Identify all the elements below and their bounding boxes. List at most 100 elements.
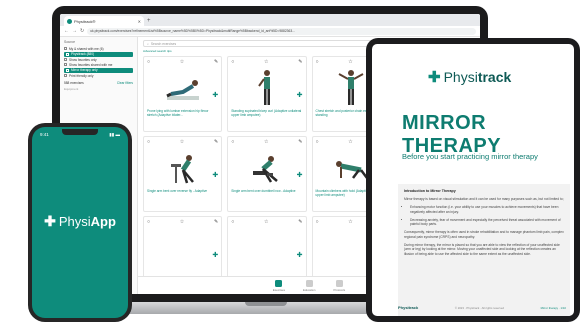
select-circle-icon[interactable]: ○	[316, 219, 319, 225]
physiapp-logo: ✚ PhysiApp	[32, 213, 128, 230]
sidebar-section-label: Equipment	[64, 87, 79, 91]
edit-icon[interactable]: ✎	[214, 219, 218, 225]
checkbox-icon[interactable]	[66, 68, 69, 72]
sidebar-item-label: Show favorites only	[69, 57, 97, 62]
add-exercise-icon[interactable]: ✚	[212, 251, 218, 259]
favorite-star-icon[interactable]: ☆	[348, 219, 352, 225]
card-actions: ○ ☆ ✎	[228, 217, 305, 227]
laptop-notch	[245, 302, 287, 306]
card-actions: ○ ☆ ✎	[144, 217, 221, 227]
body-paragraph: During mirror therapy, the mirror is pla…	[404, 243, 560, 256]
sidebar-filter-item[interactable]: Physitrack (880)	[64, 51, 133, 57]
sidebar-item-label: Physitrack (880)	[71, 52, 95, 56]
edit-icon[interactable]: ✎	[298, 59, 302, 65]
search-icon: ⌕	[147, 41, 149, 46]
exercise-illustration	[228, 67, 305, 109]
exercise-count: 588 exercises	[64, 81, 84, 85]
sidebar-filter-item[interactable]: Mirror therapy only	[64, 67, 133, 73]
tablet-device: ✚ Physitrack MIRROR THERAPY Before you s…	[366, 38, 580, 322]
select-circle-icon[interactable]: ○	[147, 219, 150, 225]
bottom-nav-item[interactable]: Exercises	[272, 279, 285, 292]
favorite-star-icon[interactable]: ☆	[264, 59, 268, 65]
edit-icon[interactable]: ✎	[214, 59, 218, 65]
exercise-illustration	[228, 147, 305, 189]
clear-filters-link[interactable]: Clear filters	[117, 81, 133, 85]
favorite-star-icon[interactable]: ☆	[180, 219, 184, 225]
checkbox-icon[interactable]	[64, 63, 67, 66]
address-bar[interactable]: uk.physitrack.com/exercises?refinementLi…	[87, 27, 476, 35]
favorite-star-icon[interactable]: ☆	[264, 219, 268, 225]
exercise-card[interactable]: ○ ☆ ✎ Prone lying with lumbar extension hip…	[143, 56, 223, 132]
document-subtitle: Before you start practicing mirror thera…	[402, 152, 538, 161]
phone-screen: 9:41 ▮▮ ▬ ✚ PhysiApp	[32, 127, 128, 318]
add-exercise-icon[interactable]: ✚	[212, 91, 218, 99]
select-circle-icon[interactable]: ○	[316, 59, 319, 65]
bottom-nav-item[interactable]: Education	[303, 279, 315, 292]
select-circle-icon[interactable]: ○	[147, 59, 150, 65]
nav-icon	[305, 279, 313, 287]
exercise-title[interactable]: Prone lying with lumbar extension hip fl…	[144, 109, 221, 117]
exercise-title[interactable]: Standing supinated bicep curl (Adaptive …	[228, 109, 305, 117]
close-icon[interactable]: ✕	[138, 19, 141, 24]
sidebar-item-label: Mirror therapy only	[71, 68, 98, 72]
new-tab-icon[interactable]: +	[147, 16, 151, 26]
document-body: Introduction to Mirror Therapy Mirror th…	[398, 184, 570, 316]
select-circle-icon[interactable]: ○	[147, 139, 150, 145]
sidebar-filter-item[interactable]: My & shared with me (6)	[64, 46, 133, 51]
nav-icon	[335, 279, 343, 287]
select-circle-icon[interactable]: ○	[231, 59, 234, 65]
body-heading: Introduction to Mirror Therapy	[404, 189, 456, 193]
browser-tab[interactable]: Physitrack® ✕	[64, 16, 144, 26]
edit-icon[interactable]: ✎	[214, 139, 218, 145]
body-bullet: Enhancing motor function (i.e. your abil…	[410, 205, 564, 214]
tablet-screen: ✚ Physitrack MIRROR THERAPY Before you s…	[372, 44, 574, 316]
select-circle-icon[interactable]: ○	[231, 219, 234, 225]
sidebar-heading: Source	[64, 40, 76, 44]
favorite-star-icon[interactable]: ☆	[264, 139, 268, 145]
sidebar-filter-item[interactable]: Print friendly only	[64, 73, 133, 78]
footer-copyright: © 2023 · Physitrack · All rights reserve…	[454, 305, 505, 310]
physitrack-logo: ✚ Physitrack	[428, 68, 511, 86]
edit-icon[interactable]: ✎	[298, 139, 302, 145]
add-exercise-icon[interactable]: ✚	[297, 171, 303, 179]
add-exercise-icon[interactable]: ✚	[297, 91, 303, 99]
exercise-title[interactable]: Single arm bent over reverse fly - Adapt…	[144, 189, 221, 193]
checkbox-icon[interactable]	[64, 58, 67, 61]
phone-device: 9:41 ▮▮ ▬ ✚ PhysiApp	[28, 123, 132, 322]
sidebar-item-label: My & shared with me (6)	[69, 46, 104, 51]
exercise-title[interactable]: Single arm bent over dumbbell row - Adap…	[228, 189, 305, 193]
favorite-star-icon[interactable]: ☆	[348, 139, 352, 145]
checkbox-icon[interactable]	[66, 52, 69, 56]
nav-label: Exercises	[272, 287, 285, 292]
add-exercise-icon[interactable]: ✚	[297, 251, 303, 259]
select-circle-icon[interactable]: ○	[231, 139, 234, 145]
body-paragraph: Consequently, mirror therapy is often us…	[404, 230, 564, 239]
select-circle-icon[interactable]: ○	[316, 139, 319, 145]
exercise-card[interactable]: ○ ☆ ✎ Standing supinated bicep curl (Adapti…	[227, 56, 307, 132]
tab-title: Physitrack®	[74, 18, 96, 24]
brand-bold-text: App	[90, 214, 116, 229]
phone-notch	[62, 129, 98, 135]
body-paragraph: Mirror therapy is based on visual stimul…	[404, 197, 564, 201]
exercise-illustration	[144, 227, 221, 269]
brand-bold-text: track	[477, 69, 512, 85]
exercise-card[interactable]: ○ ☆ ✎ Single arm bent over reverse fly - Ad…	[143, 136, 223, 212]
add-exercise-icon[interactable]: ✚	[212, 171, 218, 179]
favorite-star-icon[interactable]: ☆	[180, 59, 184, 65]
footer-page: Mirror therapy · 1/10	[540, 305, 566, 310]
edit-icon[interactable]: ✎	[298, 219, 302, 225]
forward-icon[interactable]: →	[72, 28, 77, 34]
card-actions: ○ ☆ ✎	[144, 137, 221, 147]
body-bullet: Decreasing anxiety, fear of movement and…	[410, 218, 564, 227]
checkbox-icon[interactable]	[64, 47, 67, 50]
back-icon[interactable]: ←	[64, 28, 69, 34]
favorite-star-icon[interactable]: ☆	[348, 59, 352, 65]
search-placeholder: Search exercises	[150, 41, 177, 46]
sidebar-filter-item[interactable]: Show favorites shared with me	[64, 62, 133, 67]
bottom-nav-item[interactable]: Protocols	[333, 279, 345, 292]
phone-time: 9:41	[40, 132, 49, 137]
reload-icon[interactable]: ↻	[80, 28, 84, 34]
favorite-star-icon[interactable]: ☆	[180, 139, 184, 145]
checkbox-icon[interactable]	[64, 74, 67, 77]
exercise-card[interactable]: ○ ☆ ✎ Single arm bent over dumbbell row - A…	[227, 136, 307, 212]
